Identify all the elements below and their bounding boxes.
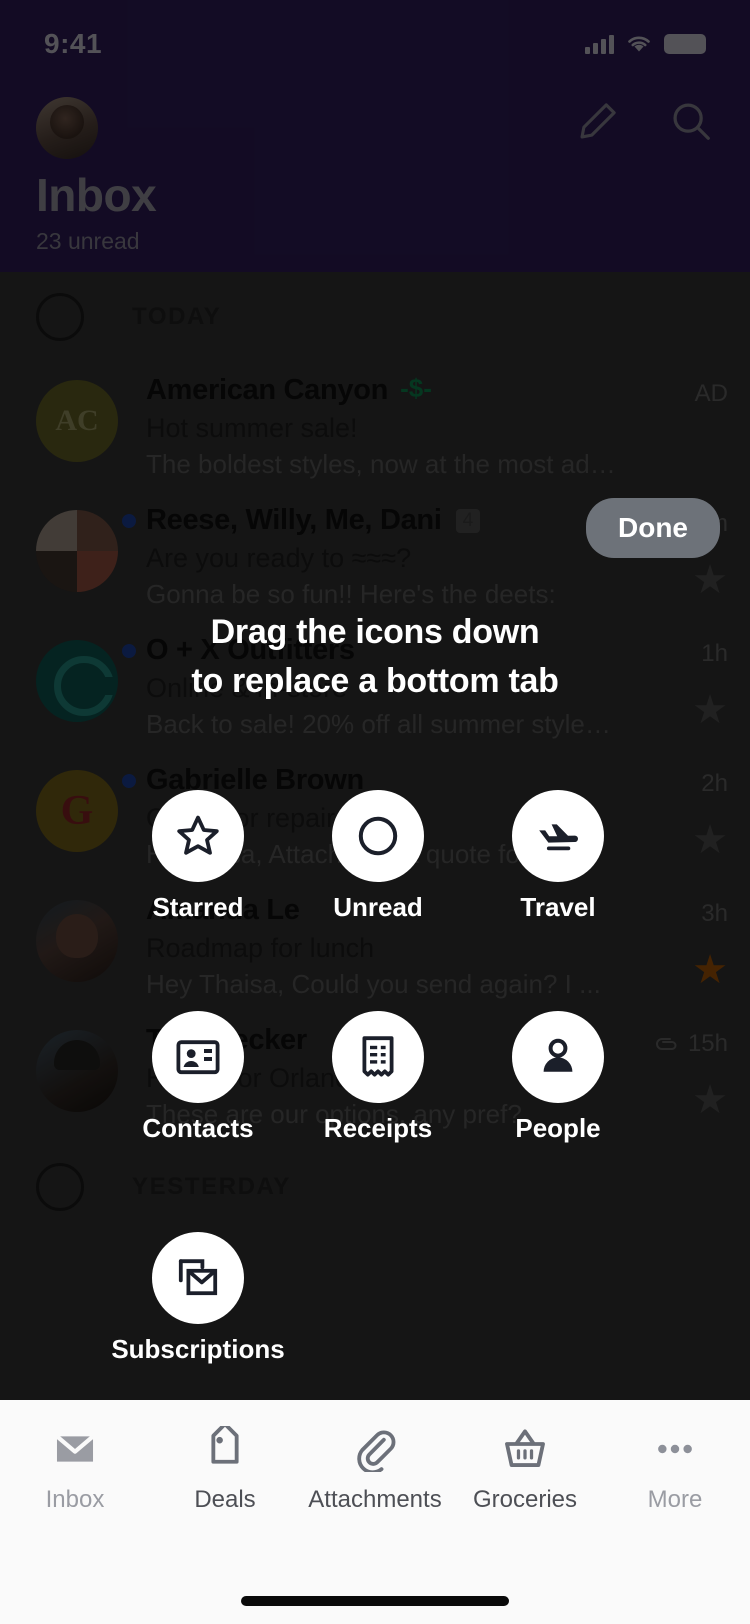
drag-hint-text: Drag the icons down to replace a bottom … bbox=[0, 608, 750, 707]
shortcut-label: People bbox=[515, 1113, 601, 1143]
envelope-icon bbox=[55, 1434, 95, 1462]
shortcut-bubble[interactable] bbox=[332, 1011, 424, 1103]
tab-label: Groceries bbox=[472, 1486, 578, 1513]
shortcut-bubble[interactable] bbox=[512, 790, 604, 882]
receipt-icon bbox=[362, 1036, 394, 1077]
tab-deals[interactable]: Deals bbox=[150, 1426, 300, 1514]
shortcut-bubble[interactable] bbox=[512, 1011, 604, 1103]
contact-card-icon bbox=[176, 1040, 220, 1075]
shortcut-label: Unread bbox=[333, 892, 423, 922]
home-indicator bbox=[241, 1596, 509, 1606]
shortcut-row: Contacts Receipts People bbox=[108, 1011, 648, 1144]
shortcut-label: Contacts bbox=[142, 1113, 254, 1143]
shortcut-bubble[interactable] bbox=[152, 790, 244, 882]
drag-hint-line2: to replace a bottom tab bbox=[191, 662, 559, 701]
done-button[interactable]: Done bbox=[586, 498, 720, 558]
app-screen: 9:41 Inbox 23 unread bbox=[0, 0, 750, 1624]
shortcut-row: Subscriptions bbox=[108, 1232, 648, 1365]
tab-groceries[interactable]: Groceries bbox=[450, 1426, 600, 1514]
tab-label: More bbox=[647, 1486, 703, 1513]
shortcut-travel[interactable]: Travel bbox=[468, 790, 648, 923]
shortcut-label: Receipts bbox=[323, 1113, 433, 1143]
shortcut-label: Starred bbox=[152, 892, 244, 922]
star-outline-icon bbox=[177, 815, 219, 855]
shortcut-starred[interactable]: Starred bbox=[108, 790, 288, 923]
tab-inbox[interactable]: Inbox bbox=[0, 1426, 150, 1514]
shortcut-placeholder bbox=[468, 1232, 648, 1365]
tab-more[interactable]: More bbox=[600, 1426, 750, 1514]
shortcut-bubble[interactable] bbox=[332, 790, 424, 882]
drag-hint-line1: Drag the icons down bbox=[210, 613, 540, 651]
person-icon bbox=[543, 1038, 573, 1072]
shortcut-placeholder bbox=[288, 1232, 468, 1365]
airplane-icon bbox=[539, 824, 578, 851]
paperclip-icon bbox=[357, 1430, 396, 1472]
shortcut-icon-grid: Starred Unread Travel Contacts Receipts … bbox=[108, 790, 648, 1453]
ellipsis-icon bbox=[658, 1444, 692, 1454]
tab-customization-overlay: Done Drag the icons down to replace a bo… bbox=[0, 0, 750, 1624]
tab-attachments[interactable]: Attachments bbox=[300, 1426, 450, 1514]
tab-label: Inbox bbox=[45, 1486, 105, 1513]
circle-outline-icon bbox=[358, 816, 398, 856]
subscriptions-envelope-icon bbox=[178, 1259, 218, 1296]
shortcut-contacts[interactable]: Contacts bbox=[108, 1011, 288, 1144]
tab-label: Deals bbox=[194, 1486, 256, 1513]
shortcut-unread[interactable]: Unread bbox=[288, 790, 468, 923]
shortcut-label: Subscriptions bbox=[111, 1334, 285, 1364]
bottom-tab-bar: Inbox Deals Attachments Groceries More bbox=[0, 1400, 750, 1624]
shortcut-bubble[interactable] bbox=[152, 1232, 244, 1324]
shortcut-bubble[interactable] bbox=[152, 1011, 244, 1103]
tab-label: Attachments bbox=[308, 1486, 442, 1513]
shortcut-receipts[interactable]: Receipts bbox=[288, 1011, 468, 1144]
shortcut-row: Starred Unread Travel bbox=[108, 790, 648, 923]
shortcut-subscriptions[interactable]: Subscriptions bbox=[108, 1232, 288, 1365]
tag-icon bbox=[211, 1426, 239, 1464]
shortcut-people[interactable]: People bbox=[468, 1011, 648, 1144]
shortcut-label: Travel bbox=[520, 892, 596, 922]
basket-icon bbox=[505, 1429, 545, 1468]
